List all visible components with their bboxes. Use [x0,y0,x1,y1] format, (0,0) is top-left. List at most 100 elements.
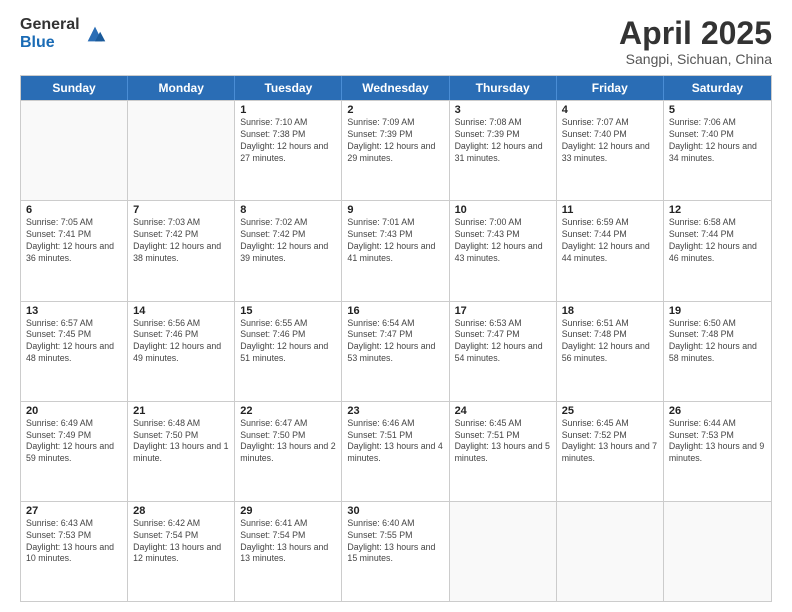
page: General Blue April 2025 Sangpi, Sichuan,… [0,0,792,612]
day-info: Sunrise: 6:41 AM Sunset: 7:54 PM Dayligh… [240,518,336,566]
calendar-cell [557,502,664,601]
logo-general: General [20,16,80,34]
day-number: 30 [347,505,443,517]
day-info: Sunrise: 7:10 AM Sunset: 7:38 PM Dayligh… [240,117,336,165]
cal-header-day: Monday [128,76,235,100]
calendar-cell: 2Sunrise: 7:09 AM Sunset: 7:39 PM Daylig… [342,101,449,200]
calendar-cell: 7Sunrise: 7:03 AM Sunset: 7:42 PM Daylig… [128,201,235,300]
calendar-cell: 5Sunrise: 7:06 AM Sunset: 7:40 PM Daylig… [664,101,771,200]
day-number: 10 [455,204,551,216]
calendar-cell: 14Sunrise: 6:56 AM Sunset: 7:46 PM Dayli… [128,302,235,401]
day-number: 25 [562,405,658,417]
day-number: 2 [347,104,443,116]
day-number: 21 [133,405,229,417]
day-number: 4 [562,104,658,116]
day-info: Sunrise: 7:02 AM Sunset: 7:42 PM Dayligh… [240,217,336,265]
day-number: 3 [455,104,551,116]
day-number: 15 [240,305,336,317]
day-info: Sunrise: 6:43 AM Sunset: 7:53 PM Dayligh… [26,518,122,566]
day-number: 1 [240,104,336,116]
day-number: 5 [669,104,766,116]
calendar: SundayMondayTuesdayWednesdayThursdayFrid… [20,75,772,602]
calendar-cell: 1Sunrise: 7:10 AM Sunset: 7:38 PM Daylig… [235,101,342,200]
main-title: April 2025 [619,16,772,51]
calendar-cell: 12Sunrise: 6:58 AM Sunset: 7:44 PM Dayli… [664,201,771,300]
day-info: Sunrise: 6:47 AM Sunset: 7:50 PM Dayligh… [240,418,336,466]
logo: General Blue [20,16,106,51]
day-info: Sunrise: 6:49 AM Sunset: 7:49 PM Dayligh… [26,418,122,466]
calendar-cell: 3Sunrise: 7:08 AM Sunset: 7:39 PM Daylig… [450,101,557,200]
calendar-cell: 6Sunrise: 7:05 AM Sunset: 7:41 PM Daylig… [21,201,128,300]
subtitle: Sangpi, Sichuan, China [619,51,772,67]
day-number: 24 [455,405,551,417]
calendar-cell: 13Sunrise: 6:57 AM Sunset: 7:45 PM Dayli… [21,302,128,401]
day-number: 11 [562,204,658,216]
calendar-cell: 10Sunrise: 7:00 AM Sunset: 7:43 PM Dayli… [450,201,557,300]
calendar-cell: 23Sunrise: 6:46 AM Sunset: 7:51 PM Dayli… [342,402,449,501]
calendar-row: 1Sunrise: 7:10 AM Sunset: 7:38 PM Daylig… [21,100,771,200]
day-info: Sunrise: 6:42 AM Sunset: 7:54 PM Dayligh… [133,518,229,566]
day-info: Sunrise: 6:46 AM Sunset: 7:51 PM Dayligh… [347,418,443,466]
logo-blue: Blue [20,34,80,52]
day-info: Sunrise: 6:57 AM Sunset: 7:45 PM Dayligh… [26,318,122,366]
day-info: Sunrise: 7:08 AM Sunset: 7:39 PM Dayligh… [455,117,551,165]
calendar-cell [664,502,771,601]
calendar-row: 27Sunrise: 6:43 AM Sunset: 7:53 PM Dayli… [21,501,771,601]
day-number: 27 [26,505,122,517]
day-info: Sunrise: 7:07 AM Sunset: 7:40 PM Dayligh… [562,117,658,165]
day-number: 19 [669,305,766,317]
day-info: Sunrise: 7:05 AM Sunset: 7:41 PM Dayligh… [26,217,122,265]
day-number: 29 [240,505,336,517]
calendar-cell: 21Sunrise: 6:48 AM Sunset: 7:50 PM Dayli… [128,402,235,501]
calendar-cell: 29Sunrise: 6:41 AM Sunset: 7:54 PM Dayli… [235,502,342,601]
logo-text: General Blue [20,16,80,51]
calendar-row: 13Sunrise: 6:57 AM Sunset: 7:45 PM Dayli… [21,301,771,401]
cal-header-day: Sunday [21,76,128,100]
day-info: Sunrise: 6:40 AM Sunset: 7:55 PM Dayligh… [347,518,443,566]
day-info: Sunrise: 7:01 AM Sunset: 7:43 PM Dayligh… [347,217,443,265]
cal-header-day: Tuesday [235,76,342,100]
day-number: 13 [26,305,122,317]
day-info: Sunrise: 6:59 AM Sunset: 7:44 PM Dayligh… [562,217,658,265]
day-info: Sunrise: 6:50 AM Sunset: 7:48 PM Dayligh… [669,318,766,366]
calendar-cell: 17Sunrise: 6:53 AM Sunset: 7:47 PM Dayli… [450,302,557,401]
day-info: Sunrise: 7:06 AM Sunset: 7:40 PM Dayligh… [669,117,766,165]
calendar-cell: 25Sunrise: 6:45 AM Sunset: 7:52 PM Dayli… [557,402,664,501]
calendar-cell [21,101,128,200]
day-info: Sunrise: 6:45 AM Sunset: 7:52 PM Dayligh… [562,418,658,466]
day-info: Sunrise: 6:58 AM Sunset: 7:44 PM Dayligh… [669,217,766,265]
day-info: Sunrise: 6:51 AM Sunset: 7:48 PM Dayligh… [562,318,658,366]
calendar-cell: 18Sunrise: 6:51 AM Sunset: 7:48 PM Dayli… [557,302,664,401]
calendar-cell: 30Sunrise: 6:40 AM Sunset: 7:55 PM Dayli… [342,502,449,601]
calendar-cell: 20Sunrise: 6:49 AM Sunset: 7:49 PM Dayli… [21,402,128,501]
day-number: 14 [133,305,229,317]
day-number: 18 [562,305,658,317]
day-info: Sunrise: 6:44 AM Sunset: 7:53 PM Dayligh… [669,418,766,466]
cal-header-day: Thursday [450,76,557,100]
calendar-cell: 27Sunrise: 6:43 AM Sunset: 7:53 PM Dayli… [21,502,128,601]
calendar-cell [450,502,557,601]
day-number: 22 [240,405,336,417]
calendar-cell: 19Sunrise: 6:50 AM Sunset: 7:48 PM Dayli… [664,302,771,401]
day-number: 8 [240,204,336,216]
calendar-cell: 26Sunrise: 6:44 AM Sunset: 7:53 PM Dayli… [664,402,771,501]
calendar-cell [128,101,235,200]
day-number: 17 [455,305,551,317]
day-info: Sunrise: 6:48 AM Sunset: 7:50 PM Dayligh… [133,418,229,466]
day-number: 23 [347,405,443,417]
calendar-cell: 22Sunrise: 6:47 AM Sunset: 7:50 PM Dayli… [235,402,342,501]
header: General Blue April 2025 Sangpi, Sichuan,… [20,16,772,67]
day-number: 16 [347,305,443,317]
day-info: Sunrise: 6:56 AM Sunset: 7:46 PM Dayligh… [133,318,229,366]
day-info: Sunrise: 7:09 AM Sunset: 7:39 PM Dayligh… [347,117,443,165]
day-number: 28 [133,505,229,517]
day-number: 20 [26,405,122,417]
calendar-cell: 15Sunrise: 6:55 AM Sunset: 7:46 PM Dayli… [235,302,342,401]
day-info: Sunrise: 7:03 AM Sunset: 7:42 PM Dayligh… [133,217,229,265]
day-number: 9 [347,204,443,216]
calendar-cell: 16Sunrise: 6:54 AM Sunset: 7:47 PM Dayli… [342,302,449,401]
title-block: April 2025 Sangpi, Sichuan, China [619,16,772,67]
calendar-cell: 11Sunrise: 6:59 AM Sunset: 7:44 PM Dayli… [557,201,664,300]
day-number: 6 [26,204,122,216]
day-number: 12 [669,204,766,216]
